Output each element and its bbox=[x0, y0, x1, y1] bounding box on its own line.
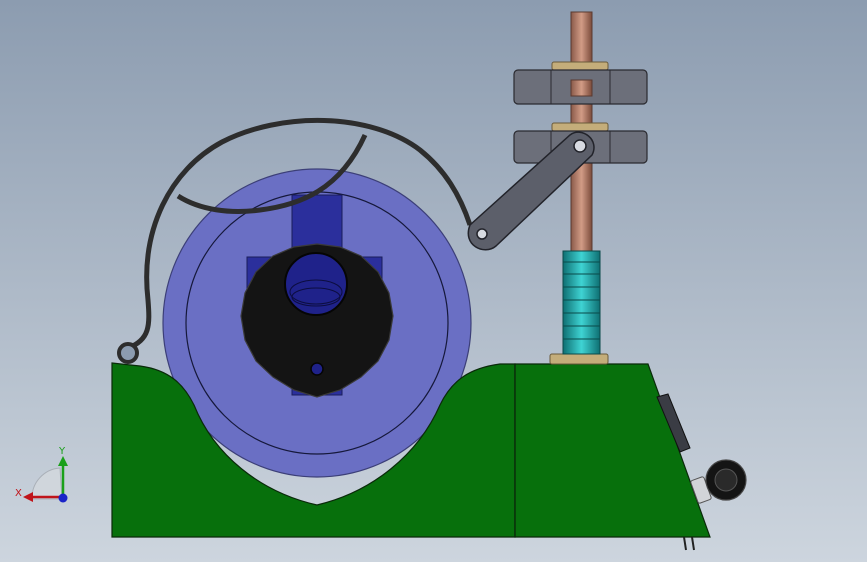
washer-middle bbox=[551, 122, 609, 132]
triad-x-label: X bbox=[15, 488, 22, 499]
cad-viewport[interactable]: Y X bbox=[0, 0, 867, 562]
hub-pin-hole bbox=[310, 362, 324, 376]
triad-z-axis bbox=[58, 493, 68, 503]
washer-top bbox=[551, 61, 609, 71]
compression-spring[interactable] bbox=[562, 250, 601, 355]
triad-y-label: Y bbox=[58, 446, 66, 457]
bracket-upper[interactable] bbox=[513, 69, 648, 105]
washer-bottom bbox=[549, 353, 609, 365]
lever-end-hole bbox=[476, 228, 488, 240]
guard-wire-eyelet[interactable] bbox=[117, 342, 139, 364]
lever-pivot[interactable] bbox=[573, 139, 587, 153]
